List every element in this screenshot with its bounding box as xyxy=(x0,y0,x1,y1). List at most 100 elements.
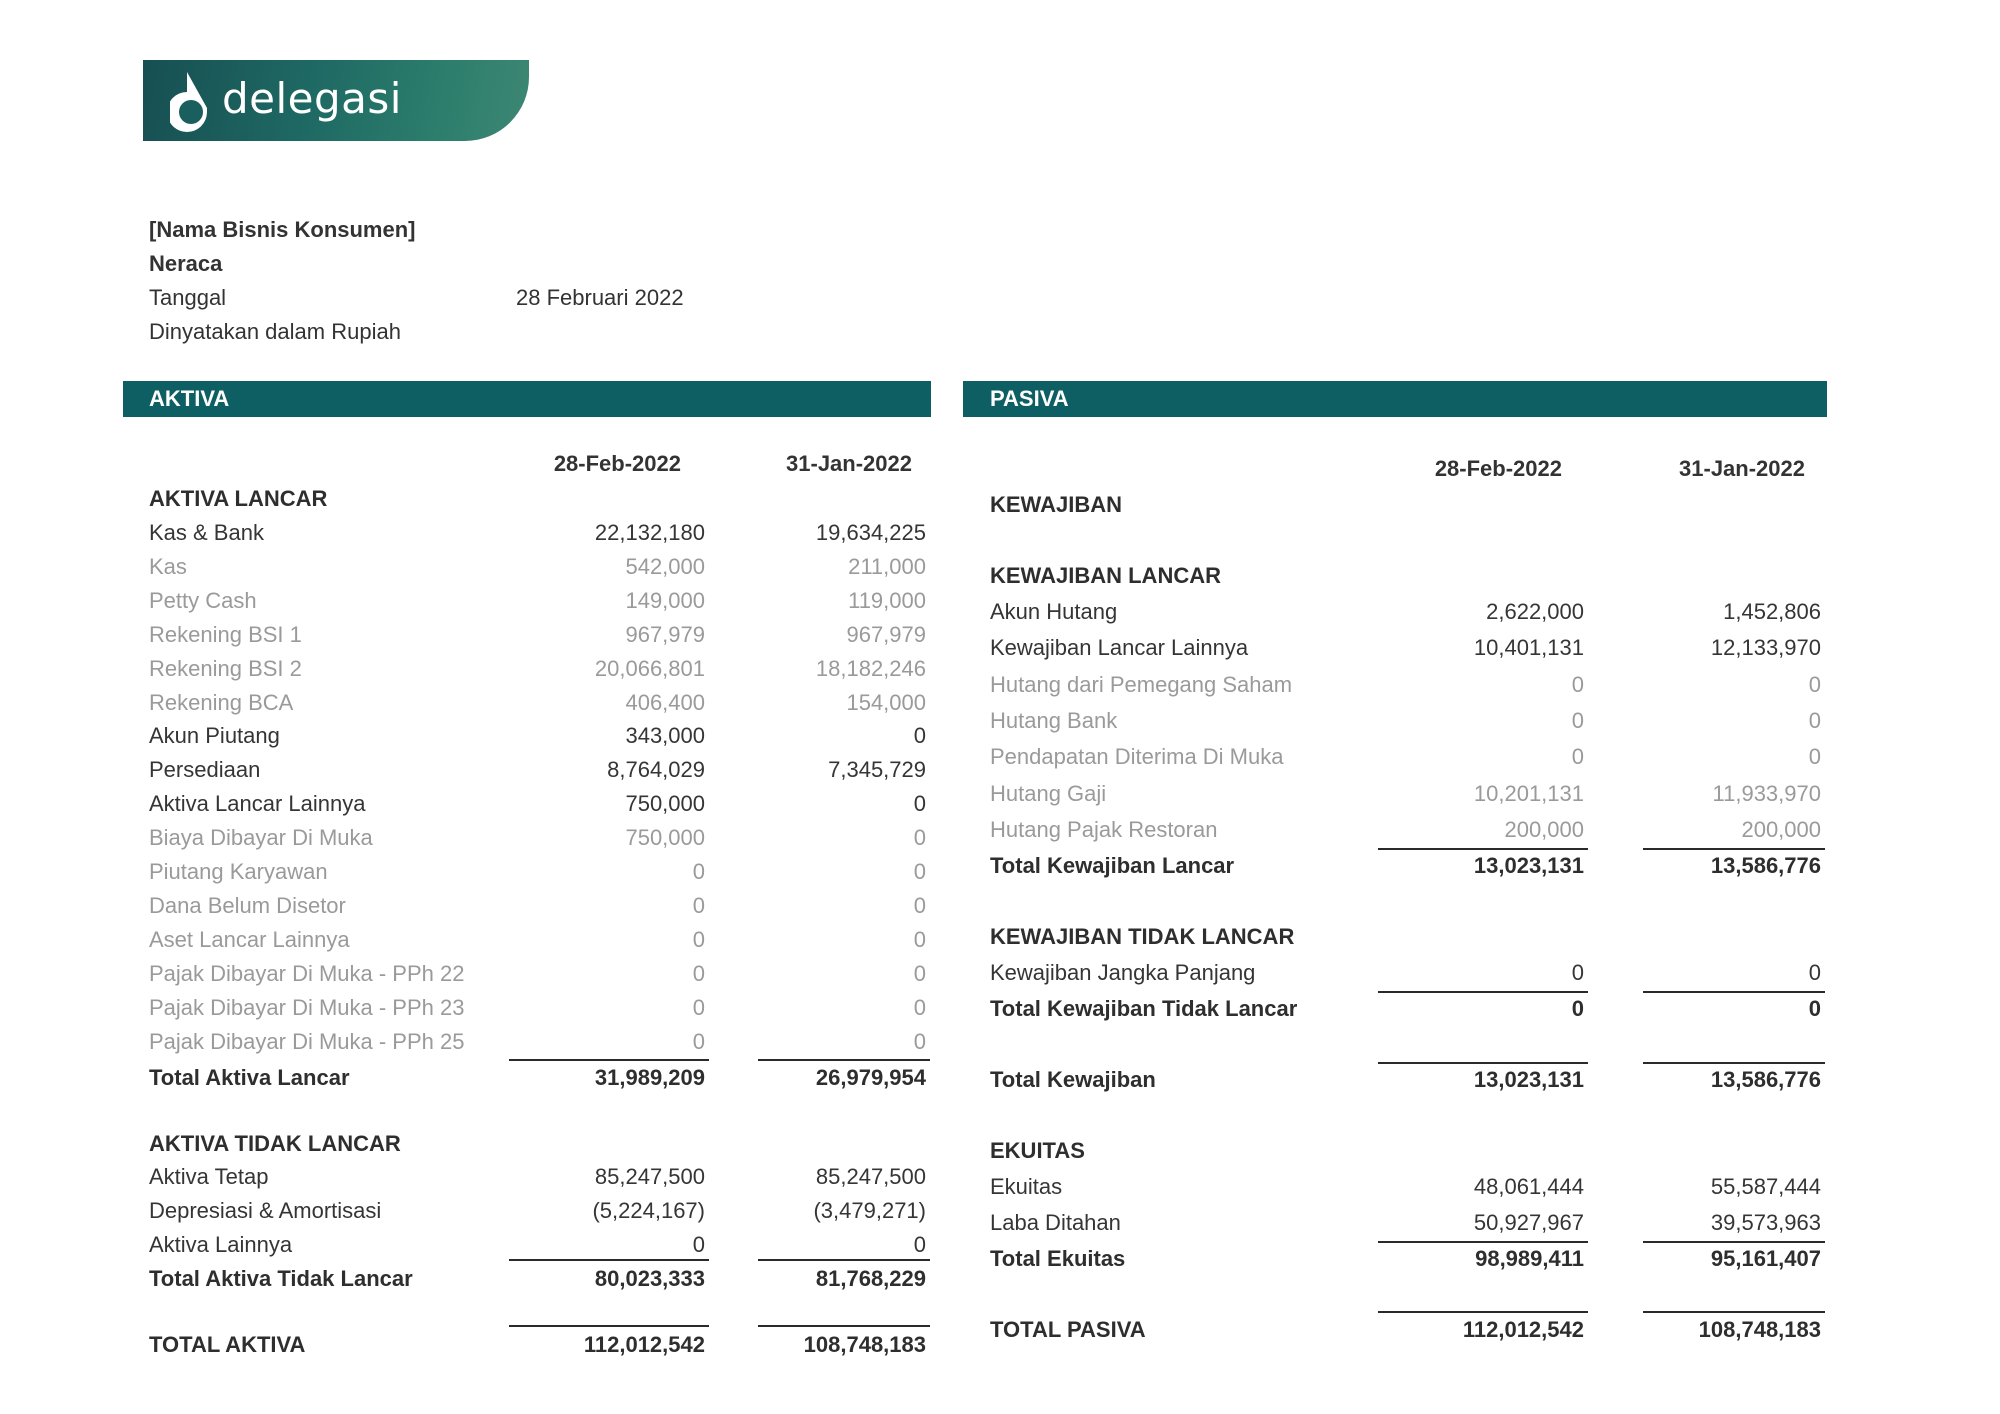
ekuitas-heading: EKUITAS xyxy=(0,1136,2000,1166)
kewajiban-lancar-heading-label: KEWAJIBAN LANCAR xyxy=(990,563,1221,588)
aktiva-header-bar: AKTIVA xyxy=(123,381,931,417)
ekuitas-row-label: Ekuitas xyxy=(990,1174,1063,1199)
ekuitas-row: Ekuitas 48,061,444 55,587,444 xyxy=(0,1172,2000,1202)
ekuitas-row-value-feb: 50,927,967 xyxy=(1473,1210,1584,1235)
ekuitas-row-label: Laba Ditahan xyxy=(990,1210,1121,1235)
aktiva-col-header-feb: 28-Feb-2022 xyxy=(553,451,681,476)
kewajiban-lancar-row-value-jan: 200,000 xyxy=(1741,817,1821,842)
subtotal-line-feb xyxy=(1378,1062,1588,1064)
subtotal-line-feb xyxy=(1378,848,1588,850)
total-pasiva-row-value-jan: 108,748,183 xyxy=(1698,1317,1821,1342)
total-ekuitas-row-value-feb: 98,989,411 xyxy=(1475,1246,1584,1271)
brand-logo: delegasi xyxy=(143,60,529,141)
ekuitas-row: Laba Ditahan 50,927,967 39,573,963 xyxy=(0,1208,2000,1238)
total-line-feb xyxy=(1378,1311,1588,1313)
subtotal-line-jan xyxy=(1643,848,1825,850)
total-line-jan xyxy=(1643,1311,1825,1313)
kewajiban-lancar-row-label: Hutang Gaji xyxy=(990,781,1107,806)
total-ekuitas-row-label: Total Ekuitas xyxy=(990,1246,1126,1271)
kewajiban-lancar-row: Kewajiban Lancar Lainnya 10,401,131 12,133… xyxy=(0,633,2000,663)
kewajiban-lancar-row-value-jan: 12,133,970 xyxy=(1710,635,1821,660)
kewajiban-lancar-row: Hutang dari Pemegang Saham 0 0 xyxy=(0,670,2000,700)
aktiva-lancar-row-value-feb: 0 xyxy=(692,1029,705,1054)
kewajiban-lancar-row: Hutang Bank 0 0 xyxy=(0,706,2000,736)
kewajiban-lancar-row: Pendapatan Diterima Di Muka 0 0 xyxy=(0,742,2000,772)
total-kewajiban-row-value-feb: 13,023,131 xyxy=(1473,1067,1584,1092)
subtotal-line-feb xyxy=(1378,1241,1588,1243)
kewajiban-lancar-row-label: Pendapatan Diterima Di Muka xyxy=(990,744,1284,769)
subtotal-line-jan xyxy=(1643,1241,1825,1243)
aktiva-lancar-row: Dana Belum Disetor 0 0 xyxy=(0,891,2000,921)
date-value: 28 Februari 2022 xyxy=(516,285,684,310)
kewajiban-lancar-row-value-feb: 0 xyxy=(1571,708,1584,733)
aktiva-col-header-jan: 31-Jan-2022 xyxy=(786,451,912,476)
kewajiban-tidak-lancar-row: Kewajiban Jangka Panjang 0 0 xyxy=(0,958,2000,988)
ekuitas-row-value-jan: 55,587,444 xyxy=(1710,1174,1821,1199)
kewajiban-lancar-row-value-feb: 10,401,131 xyxy=(1473,635,1584,660)
kewajiban-tidak-lancar-row-label: Kewajiban Jangka Panjang xyxy=(990,960,1256,985)
kewajiban-lancar-row-value-jan: 11,933,970 xyxy=(1712,781,1821,806)
total-kewajiban-tidak-lancar-row-value-feb: 0 xyxy=(1571,996,1584,1021)
kewajiban-lancar-row-value-jan: 1,452,806 xyxy=(1723,599,1821,624)
kewajiban-lancar-row-value-feb: 10,201,131 xyxy=(1473,781,1584,806)
currency-note: Dinyatakan dalam Rupiah xyxy=(149,319,401,344)
aktiva-lancar-row-value-jan: 0 xyxy=(913,1029,926,1054)
total-kewajiban-lancar-row: Total Kewajiban Lancar 13,023,131 13,586,7… xyxy=(0,851,2000,881)
kewajiban-heading: KEWAJIBAN xyxy=(0,490,2000,520)
total-kewajiban-row-value-jan: 13,586,776 xyxy=(1710,1067,1821,1092)
subtotal-line-jan xyxy=(1643,991,1825,993)
kewajiban-lancar-row-label: Kewajiban Lancar Lainnya xyxy=(990,635,1249,660)
kewajiban-lancar-row-value-feb: 0 xyxy=(1571,744,1584,769)
kewajiban-lancar-row-label: Hutang Bank xyxy=(990,708,1118,733)
total-pasiva-row-label: TOTAL PASIVA xyxy=(990,1317,1146,1342)
subtotal-line-jan xyxy=(1643,1062,1825,1064)
kewajiban-heading-label: KEWAJIBAN xyxy=(990,492,1123,517)
kewajiban-tidak-lancar-row-value-feb: 0 xyxy=(1571,960,1584,985)
business-name: [Nama Bisnis Konsumen] xyxy=(149,217,416,242)
subtotal-line-jan xyxy=(758,1059,930,1061)
pasiva-col-header-jan: 31-Jan-2022 xyxy=(1679,456,1805,481)
ekuitas-row-value-feb: 48,061,444 xyxy=(1473,1174,1584,1199)
kewajiban-lancar-row-value-feb: 200,000 xyxy=(1504,817,1584,842)
kewajiban-lancar-row-label: Hutang Pajak Restoran xyxy=(990,817,1218,842)
kewajiban-lancar-row-value-jan: 0 xyxy=(1808,744,1821,769)
kewajiban-lancar-row-label: Hutang dari Pemegang Saham xyxy=(990,672,1293,697)
kewajiban-lancar-row-value-jan: 0 xyxy=(1808,708,1821,733)
ekuitas-heading-label: EKUITAS xyxy=(990,1138,1085,1163)
total-kewajiban-lancar-row-value-jan: 13,586,776 xyxy=(1710,853,1821,878)
kewajiban-lancar-row: Akun Hutang 2,622,000 1,452,806 xyxy=(0,597,2000,627)
total-ekuitas-row-value-jan: 95,161,407 xyxy=(1710,1246,1821,1271)
pasiva-header-bar: PASIVA xyxy=(963,381,1827,417)
aktiva-lancar-row-label: Dana Belum Disetor xyxy=(149,893,346,918)
kewajiban-tidak-lancar-row-value-jan: 0 xyxy=(1808,960,1821,985)
total-kewajiban-tidak-lancar-row-label: Total Kewajiban Tidak Lancar xyxy=(990,996,1298,1021)
brand-name: delegasi xyxy=(222,74,402,123)
kewajiban-lancar-row: Hutang Pajak Restoran 200,000 200,000 xyxy=(0,815,2000,845)
ekuitas-row-value-jan: 39,573,963 xyxy=(1710,1210,1821,1235)
total-kewajiban-lancar-row-label: Total Kewajiban Lancar xyxy=(990,853,1235,878)
kewajiban-lancar-row: Hutang Gaji 10,201,131 11,933,970 xyxy=(0,779,2000,809)
aktiva-lancar-row-value-jan: 0 xyxy=(913,893,926,918)
kewajiban-lancar-row-label: Akun Hutang xyxy=(990,599,1118,624)
aktiva-lancar-row: Pajak Dibayar Di Muka - PPh 25 0 0 xyxy=(0,1027,2000,1057)
aktiva-lancar-row-value-feb: 0 xyxy=(692,893,705,918)
aktiva-lancar-row: Kas & Bank 22,132,180 19,634,225 xyxy=(0,518,2000,548)
total-ekuitas-row: Total Ekuitas 98,989,411 95,161,407 xyxy=(0,1244,2000,1274)
kewajiban-tidak-lancar-heading: KEWAJIBAN TIDAK LANCAR xyxy=(0,922,2000,952)
total-kewajiban-tidak-lancar-row: Total Kewajiban Tidak Lancar 0 0 xyxy=(0,994,2000,1024)
kewajiban-lancar-heading: KEWAJIBAN LANCAR xyxy=(0,561,2000,591)
total-kewajiban-row-label: Total Kewajiban xyxy=(990,1067,1156,1092)
kewajiban-lancar-row-value-feb: 0 xyxy=(1571,672,1584,697)
delegasi-logo-icon xyxy=(170,71,207,132)
total-kewajiban-row: Total Kewajiban 13,023,131 13,586,776 xyxy=(0,1065,2000,1095)
pasiva-col-header-feb: 28-Feb-2022 xyxy=(1434,456,1562,481)
date-label: Tanggal xyxy=(149,285,227,310)
total-pasiva-row-value-feb: 112,012,542 xyxy=(1462,1317,1584,1342)
kewajiban-lancar-row-value-jan: 0 xyxy=(1808,672,1821,697)
aktiva-lancar-row-label: Pajak Dibayar Di Muka - PPh 25 xyxy=(149,1029,465,1054)
aktiva-lancar-row-label: Kas & Bank xyxy=(149,520,264,545)
aktiva-lancar-row-value-jan: 19,634,225 xyxy=(815,520,926,545)
total-pasiva-row: TOTAL PASIVA 112,012,542 108,748,183 xyxy=(0,1315,2000,1345)
subtotal-line-feb xyxy=(1378,991,1588,993)
kewajiban-lancar-row-value-feb: 2,622,000 xyxy=(1486,599,1584,624)
